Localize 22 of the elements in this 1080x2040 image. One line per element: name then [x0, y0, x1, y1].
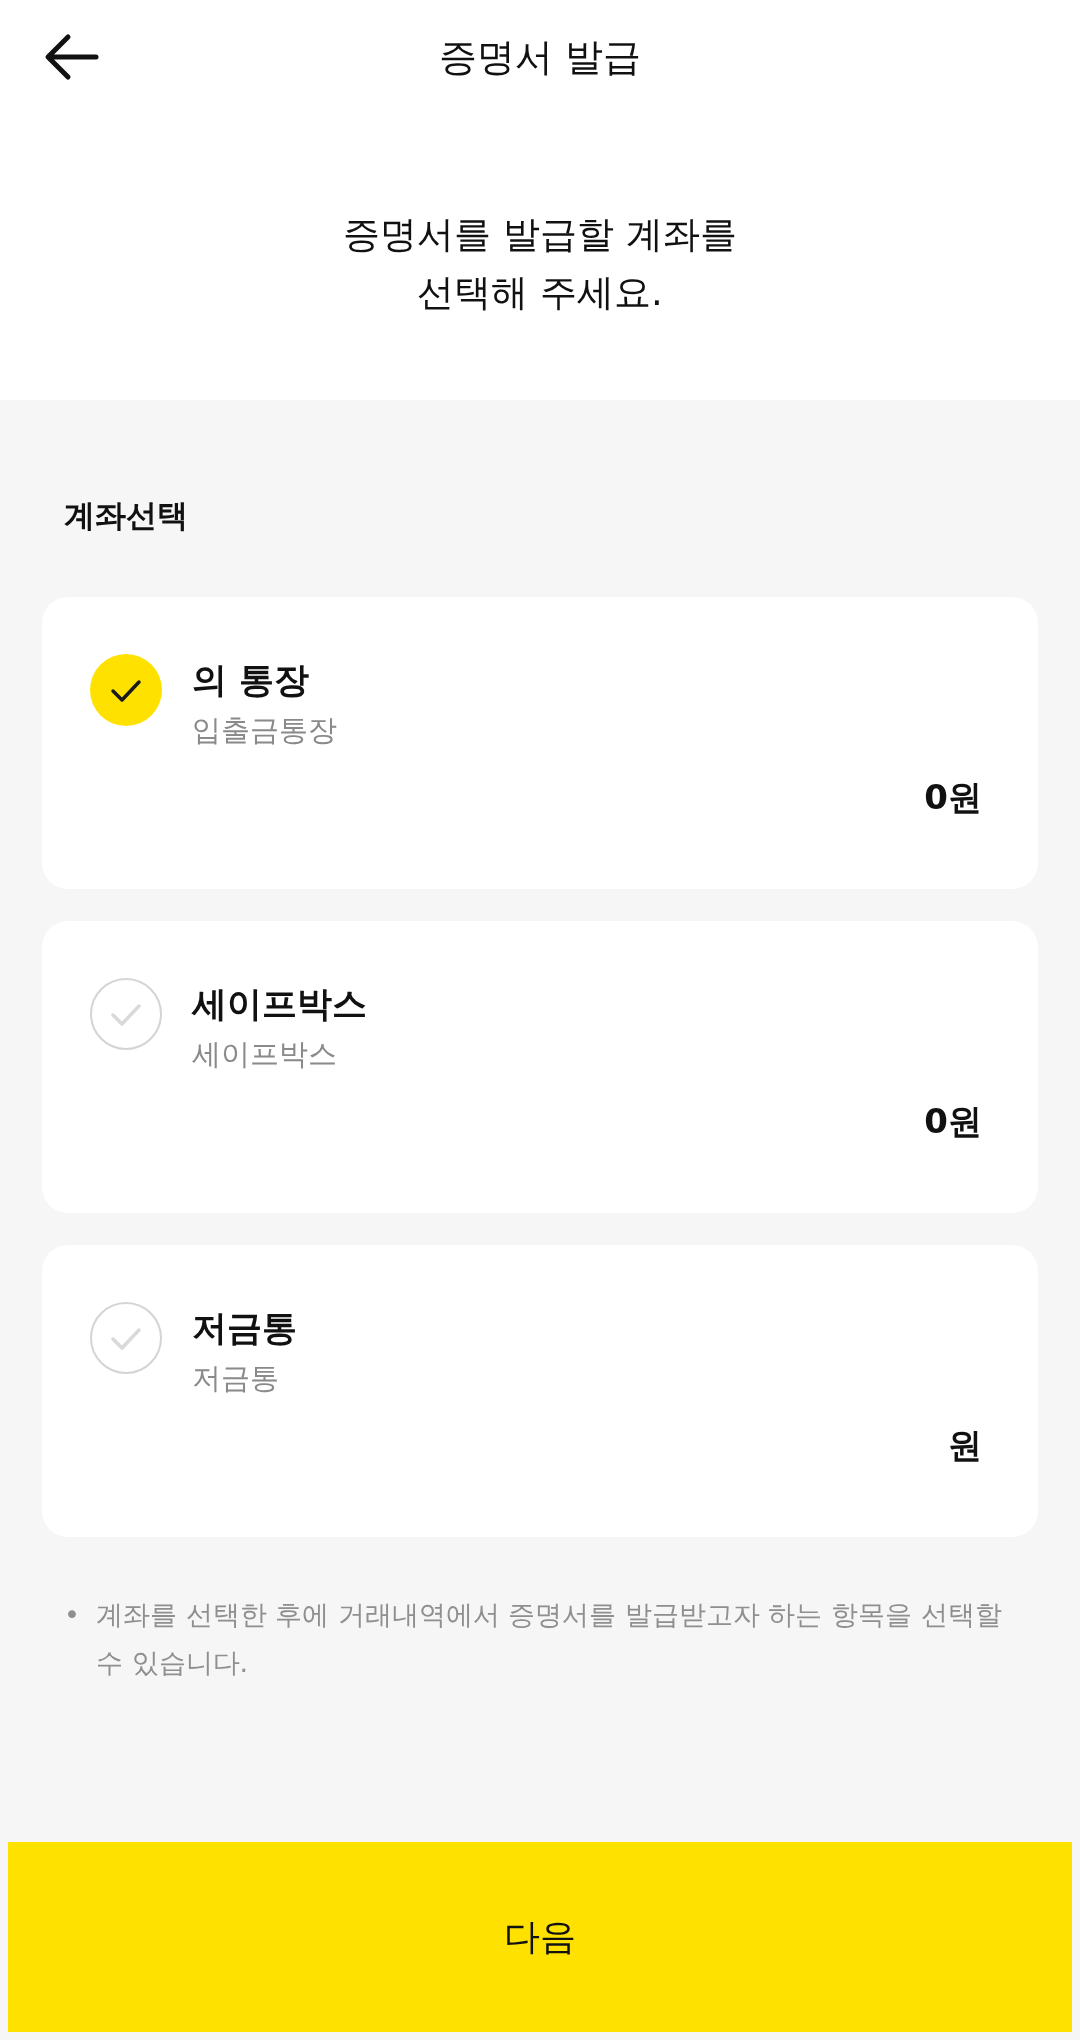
check-icon[interactable]: [88, 975, 164, 1052]
account-type: 입출금통장: [192, 711, 337, 749]
instruction-text: 증명서를 발급할 계좌를 선택해 주세요.: [343, 212, 737, 316]
back-arrow-icon[interactable]: [44, 33, 100, 81]
check-icon[interactable]: [88, 1299, 164, 1376]
section-title: 계좌선택: [64, 496, 188, 535]
next-button[interactable]: 다음: [8, 1842, 1072, 2032]
account-name: 의 통장: [192, 658, 311, 702]
account-type: 저금통: [192, 1359, 280, 1397]
account-name: 저금통: [192, 1306, 297, 1350]
account-balance: 0원: [924, 1099, 982, 1143]
account-balance: 원: [948, 1423, 982, 1467]
page-title: 증명서 발급: [438, 33, 642, 81]
account-name: 세이프박스: [192, 982, 367, 1026]
account-card[interactable]: 의 통장 입출금통장 0원: [42, 596, 1038, 889]
check-icon[interactable]: [88, 651, 164, 728]
account-card[interactable]: 세이프박스 세이프박스 0원: [42, 920, 1038, 1213]
account-balance: 0원: [924, 775, 982, 819]
account-type: 세이프박스: [192, 1035, 338, 1073]
notice-text: 계좌를 선택한 후에 거래내역에서 증명서를 발급받고자 하는 항목을 선택할 수 있습니다.: [95, 1597, 1003, 1680]
bullet-mark: •: [64, 1597, 80, 1632]
account-card[interactable]: 저금통 저금통 원: [42, 1244, 1038, 1537]
